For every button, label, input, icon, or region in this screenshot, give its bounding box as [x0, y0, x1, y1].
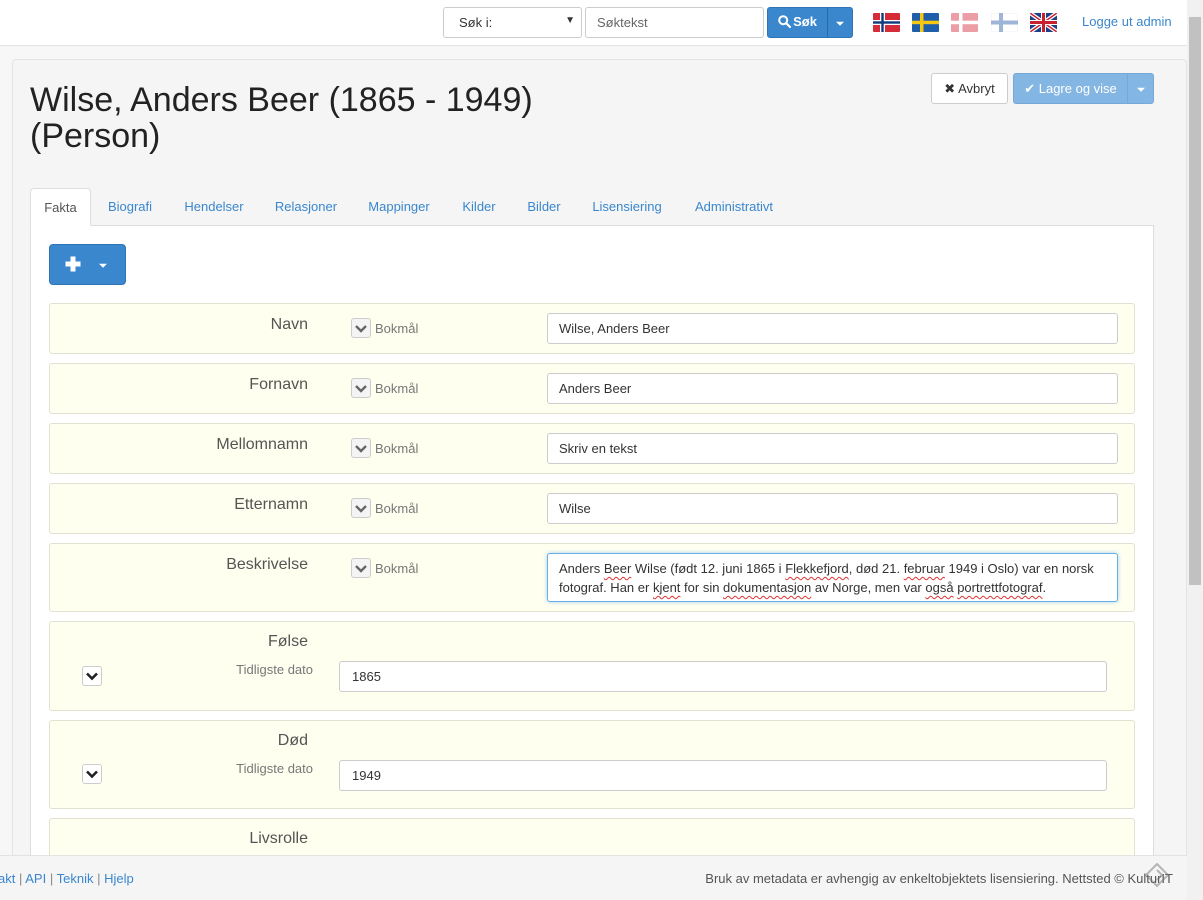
tab-mappinger[interactable]: Mappinger [356, 188, 442, 226]
tab-relasjoner[interactable]: Relasjoner [264, 188, 348, 226]
chevron-down-icon [355, 565, 367, 573]
close-icon: ✖ [944, 81, 956, 96]
date-sublabel: Tidligste dato [236, 662, 313, 677]
field-label: Fornavn [249, 376, 308, 393]
logout-link[interactable]: Logge ut admin [1082, 14, 1172, 29]
language-label: Bokmål [375, 441, 419, 456]
date-row-dod: Død Tidligste dato 1949 [49, 720, 1135, 809]
search-button[interactable]: Søk [767, 7, 828, 38]
check-icon: ✔ [1024, 81, 1036, 96]
field-label: Livsrolle [249, 830, 308, 847]
footer-separator: | [18, 871, 23, 886]
chevron-down-icon [355, 385, 367, 393]
cancel-button-label: Avbryt [958, 81, 995, 96]
language-label: Bokmål [375, 321, 419, 336]
save-button-label: Lagre og vise [1038, 81, 1117, 96]
field-label: Etternamn [234, 496, 308, 513]
navn-input[interactable]: Wilse, Anders Beer [547, 313, 1118, 344]
language-toggle[interactable] [351, 438, 371, 458]
footer-separator: | [97, 871, 101, 886]
field-row-mellomnamn: Mellomnamn Bokmål Skriv en tekst [49, 423, 1135, 474]
flag-sweden-icon[interactable] [912, 13, 939, 32]
footer: akt | API | Teknik | Hjelp Bruk av metad… [0, 855, 1187, 900]
footer-link-kontakt[interactable]: akt [0, 871, 15, 886]
caret-down-icon [99, 263, 107, 268]
search-input[interactable] [585, 7, 764, 38]
tab-hendelser[interactable]: Hendelser [172, 188, 256, 226]
tab-fakta[interactable]: Fakta [30, 188, 91, 226]
field-row-beskrivelse: Beskrivelse Bokmål Anders Beer Wilse (fø… [49, 543, 1135, 612]
select-caret-icon: ▼ [565, 15, 575, 26]
language-toggle[interactable] [351, 378, 371, 398]
date-label: Død [277, 732, 308, 749]
search-options-toggle[interactable] [827, 7, 853, 38]
etternamn-input[interactable]: Wilse [547, 493, 1118, 524]
language-toggle[interactable] [351, 318, 371, 338]
fornavn-input[interactable]: Anders Beer [547, 373, 1118, 404]
cancel-button[interactable]: ✖ Avbryt [931, 73, 1008, 104]
tab-biografi[interactable]: Biografi [96, 188, 164, 226]
date-sublabel: Tidligste dato [236, 761, 313, 776]
footer-links: akt | API | Teknik | Hjelp [0, 871, 134, 886]
tab-lisensiering[interactable]: Lisensiering [581, 188, 673, 226]
field-label: Navn [270, 316, 308, 333]
caret-down-icon [1136, 87, 1145, 92]
tab-kilder[interactable]: Kilder [451, 188, 507, 226]
language-toggle[interactable] [351, 498, 371, 518]
scrollbar-thumb[interactable] [1189, 17, 1201, 585]
flag-denmark-icon[interactable] [951, 13, 978, 32]
tab-administrativt[interactable]: Administrativt [682, 188, 786, 226]
language-toggle[interactable] [351, 558, 371, 578]
chevron-down-icon [355, 445, 367, 453]
fodsel-date-input[interactable]: 1865 [339, 661, 1107, 692]
date-label: Følse [268, 633, 308, 650]
language-label: Bokmål [375, 381, 419, 396]
footer-license-note: Bruk av metadata er avhengig av enkeltob… [705, 871, 1173, 886]
top-bar: Søk i: ▼ Søktekst Søk Logge ut admin [0, 0, 1187, 46]
mellomnamn-input[interactable]: Skriv en tekst [547, 433, 1118, 464]
plus-icon [65, 256, 81, 272]
save-and-view-button[interactable]: ✔ Lagre og vise [1013, 73, 1128, 104]
caret-down-icon [836, 21, 844, 26]
footer-link-hjelp[interactable]: Hjelp [104, 871, 134, 886]
chevron-down-icon [355, 325, 367, 333]
field-row-etternamn: Etternamn Bokmål Wilse [49, 483, 1135, 534]
flag-uk-icon[interactable] [1030, 13, 1057, 32]
language-label: Bokmål [375, 561, 419, 576]
kulturit-logo-icon [1144, 862, 1170, 888]
field-row-fornavn: Fornavn Bokmål Anders Beer [49, 363, 1135, 414]
flag-norway-icon[interactable] [873, 13, 900, 32]
tab-bilder[interactable]: Bilder [516, 188, 572, 226]
beskrivelse-textarea[interactable]: Anders Beer Wilse (født 12. juni 1865 i … [547, 553, 1118, 602]
footer-separator: | [49, 871, 54, 886]
date-row-fodsel: Følse Tidligste dato 1865 [49, 621, 1135, 711]
search-scope-select[interactable]: Søk i: ▼ [443, 7, 582, 38]
dod-date-input[interactable]: 1949 [339, 760, 1107, 791]
search-scope-label: Søk i: [459, 15, 493, 30]
search-button-label: Søk [793, 14, 817, 29]
footer-link-api[interactable]: API [25, 871, 46, 886]
field-label: Beskrivelse [226, 556, 308, 573]
search-icon [778, 15, 792, 29]
flag-finland-icon[interactable] [991, 13, 1018, 32]
footer-link-teknik[interactable]: Teknik [57, 871, 94, 886]
field-row-navn: Navn Bokmål Wilse, Anders Beer [49, 303, 1135, 354]
language-label: Bokmål [375, 501, 419, 516]
chevron-down-icon [355, 505, 367, 513]
page-title: Wilse, Anders Beer (1865 - 1949) (Person… [30, 81, 533, 155]
field-label: Mellomnamn [216, 436, 308, 453]
add-field-button[interactable] [49, 244, 126, 285]
save-options-toggle[interactable] [1127, 73, 1154, 104]
